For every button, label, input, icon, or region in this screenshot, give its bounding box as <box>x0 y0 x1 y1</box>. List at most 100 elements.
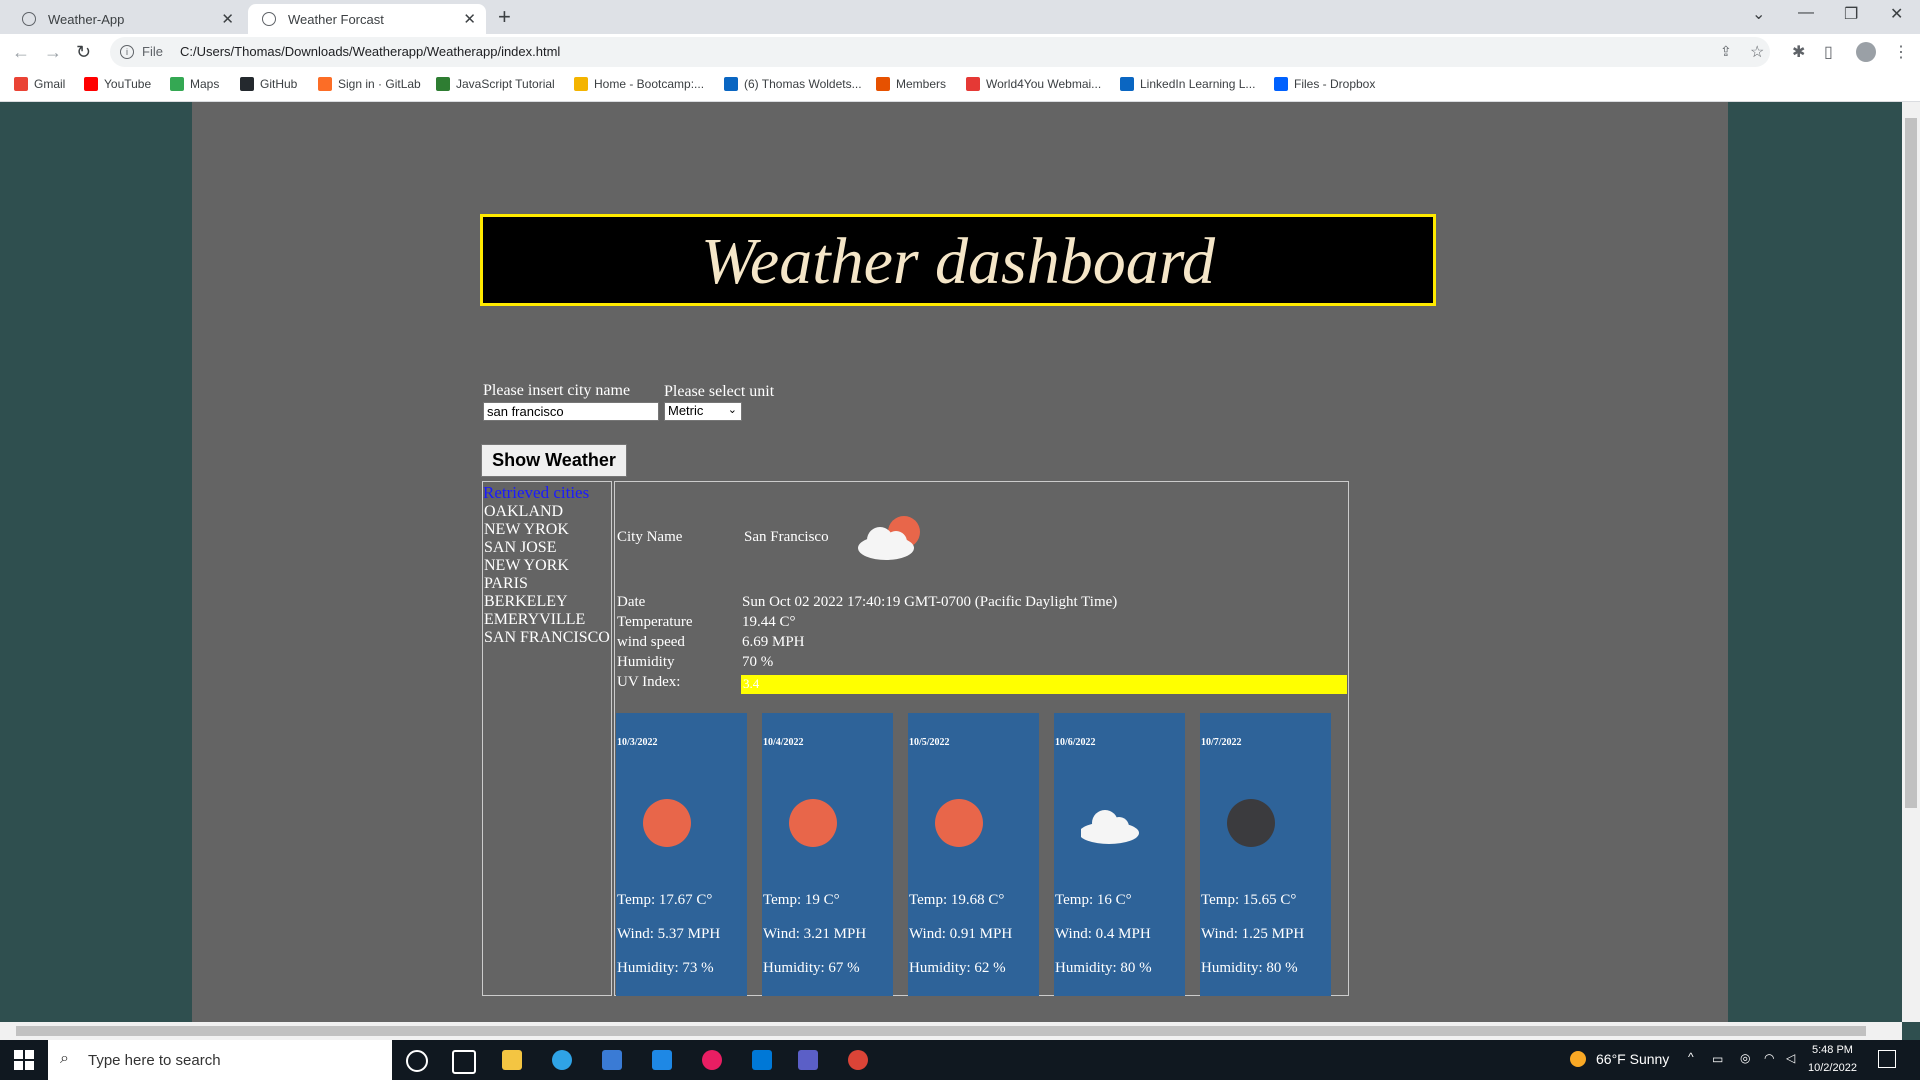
close-window-icon[interactable]: ✕ <box>1890 4 1903 24</box>
forecast-wind: Wind: 0.91 MPH <box>909 926 1013 942</box>
forecast-date: 10/7/2022 <box>1201 737 1242 748</box>
bookmark-item[interactable]: YouTube <box>84 77 151 91</box>
forecast-humidity: Humidity: 67 % <box>763 960 860 976</box>
new-tab-icon[interactable]: + <box>498 4 511 30</box>
forecast-temp: Temp: 19 C° <box>763 892 840 908</box>
humidity-value: 70 % <box>742 654 774 670</box>
bookmark-label: LinkedIn Learning L... <box>1140 77 1256 91</box>
cortana-icon[interactable] <box>406 1050 428 1072</box>
forecast-wind: Wind: 0.4 MPH <box>1055 926 1151 942</box>
wifi-icon[interactable]: ◠ <box>1764 1051 1774 1065</box>
show-weather-button[interactable]: Show Weather <box>481 444 627 477</box>
task-view-icon[interactable] <box>452 1050 476 1074</box>
city-item[interactable]: NEW YROK <box>484 521 569 539</box>
vertical-scroll-thumb[interactable] <box>1905 118 1917 808</box>
clock-date[interactable]: 10/2/2022 <box>1808 1062 1857 1074</box>
unit-select[interactable]: Metric ⌄ <box>664 402 742 421</box>
mail-icon[interactable] <box>652 1050 672 1070</box>
wind-label: wind speed <box>617 634 685 650</box>
unit-select-value: Metric <box>668 403 704 418</box>
forecast-humidity: Humidity: 73 % <box>617 960 714 976</box>
tab-weather-forcast[interactable]: Weather Forcast ✕ <box>248 4 486 34</box>
windows-start-icon[interactable] <box>14 1050 34 1075</box>
forward-icon[interactable]: → <box>44 42 62 63</box>
tab-weather-app[interactable]: Weather-App ✕ <box>8 4 244 34</box>
address-bar[interactable]: i File C:/Users/Thomas/Downloads/Weather… <box>110 37 1770 67</box>
bookmark-item[interactable]: (6) Thomas Woldets... <box>724 77 862 91</box>
bookmark-icon <box>318 77 332 91</box>
bookmark-item[interactable]: Members <box>876 77 946 91</box>
bookmark-item[interactable]: Maps <box>170 77 219 91</box>
tab-strip: Weather-App ✕ Weather Forcast ✕ + ⌄ — ❐ … <box>0 0 1920 34</box>
cloud-icon <box>1081 810 1139 844</box>
profile-avatar[interactable] <box>1856 42 1876 62</box>
bookmark-item[interactable]: JavaScript Tutorial <box>436 77 555 91</box>
bookmark-icon <box>436 77 450 91</box>
minimize-icon[interactable]: — <box>1798 4 1814 22</box>
store-icon[interactable] <box>602 1050 622 1070</box>
chrome-icon[interactable] <box>848 1050 868 1070</box>
bookmark-item[interactable]: Gmail <box>14 77 65 91</box>
clock-time[interactable]: 5:48 PM <box>1812 1044 1853 1056</box>
bookmark-item[interactable]: Home - Bootcamp:... <box>574 77 704 91</box>
bookmark-item[interactable]: Files - Dropbox <box>1274 77 1375 91</box>
vscode-icon[interactable] <box>752 1050 772 1070</box>
city-item[interactable]: BERKELEY <box>484 593 568 611</box>
battery-icon[interactable]: ▭ <box>1712 1052 1723 1066</box>
city-item[interactable]: PARIS <box>484 575 528 593</box>
extensions-icon[interactable]: ✱ <box>1792 42 1805 62</box>
bookmark-item[interactable]: Sign in · GitLab <box>318 77 421 91</box>
city-input-label: Please insert city name <box>483 382 631 399</box>
menu-icon[interactable]: ⋮ <box>1893 42 1909 62</box>
edge-icon[interactable] <box>552 1050 572 1070</box>
bookmark-icon <box>170 77 184 91</box>
bookmark-icon <box>240 77 254 91</box>
forecast-humidity: Humidity: 80 % <box>1055 960 1152 976</box>
sun-icon <box>789 799 837 847</box>
restore-icon[interactable]: ❐ <box>1844 4 1858 24</box>
city-item[interactable]: SAN FRANCISCO <box>484 629 610 647</box>
taskbar-search-placeholder: Type here to search <box>88 1052 221 1069</box>
sun-icon <box>935 799 983 847</box>
city-item[interactable]: SAN JOSE <box>484 539 556 557</box>
bookmark-item[interactable]: LinkedIn Learning L... <box>1120 77 1255 91</box>
side-panel-icon[interactable]: ▯ <box>1824 42 1833 62</box>
bookmark-item[interactable]: World4You Webmai... <box>966 77 1101 91</box>
tray-chevron-icon[interactable]: ^ <box>1688 1050 1694 1064</box>
forecast-card: 10/6/2022 Temp: 16 C° Wind: 0.4 MPH Humidit… <box>1054 713 1185 996</box>
bookmark-label: World4You Webmai... <box>986 77 1102 91</box>
teams-icon[interactable] <box>798 1050 818 1070</box>
slack-icon[interactable] <box>702 1050 722 1070</box>
share-icon[interactable]: ⇪ <box>1720 43 1732 60</box>
city-name-label: City Name <box>617 529 683 545</box>
reload-icon[interactable]: ↻ <box>76 42 91 63</box>
forecast-wind: Wind: 1.25 MPH <box>1201 926 1305 942</box>
forecast-card: 10/3/2022 Temp: 17.67 C° Wind: 5.37 MPH Hum… <box>616 713 747 996</box>
cities-heading: Retrieved cities <box>483 483 590 502</box>
volume-icon[interactable]: ◁ <box>1786 1051 1795 1065</box>
info-icon[interactable]: i <box>120 45 134 59</box>
city-item[interactable]: OAKLAND <box>484 503 563 521</box>
forecast-card: 10/7/2022 Temp: 15.65 C° Wind: 1.25 MPH Hum… <box>1200 713 1331 996</box>
tab-title: Weather Forcast <box>288 11 384 27</box>
unit-select-label: Please select unit <box>664 383 775 400</box>
file-explorer-icon[interactable] <box>502 1050 522 1070</box>
bookmark-label: JavaScript Tutorial <box>456 77 555 91</box>
forecast-wind: Wind: 5.37 MPH <box>617 926 721 942</box>
taskbar-weather[interactable]: 66°F Sunny <box>1596 1051 1669 1067</box>
notifications-icon[interactable] <box>1878 1050 1896 1068</box>
city-item[interactable]: NEW YORK <box>484 557 569 575</box>
city-item[interactable]: EMERYVILLE <box>484 611 585 629</box>
close-tab-icon[interactable]: ✕ <box>463 10 476 28</box>
url-text[interactable]: C:/Users/Thomas/Downloads/Weatherapp/Wea… <box>180 44 560 59</box>
tab-search-icon[interactable]: ⌄ <box>1752 4 1765 24</box>
close-tab-icon[interactable]: ✕ <box>221 10 234 28</box>
temperature-value: 19.44 C° <box>742 614 796 630</box>
back-icon[interactable]: ← <box>12 42 30 63</box>
bookmark-item[interactable]: GitHub <box>240 77 297 91</box>
horizontal-scroll-thumb[interactable] <box>16 1026 1866 1036</box>
bookmark-star-icon[interactable]: ☆ <box>1750 42 1764 62</box>
city-input[interactable] <box>483 402 659 421</box>
uv-index-label: UV Index: <box>617 674 681 690</box>
meet-now-icon[interactable]: ◎ <box>1740 1051 1750 1065</box>
